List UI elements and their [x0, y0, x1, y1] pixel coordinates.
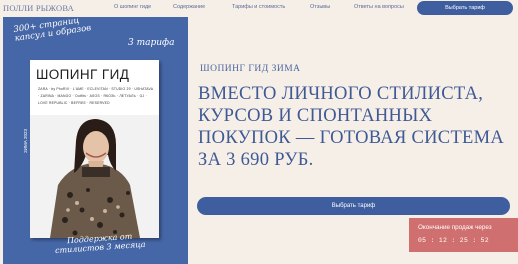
brand-list: ZARA · by PhoRIV · L'AME · ECLEVITAN · S…: [38, 87, 154, 105]
nav-link-about[interactable]: О шопинг гиде: [114, 4, 151, 10]
header-choose-tariff-button[interactable]: Выбрать тариф: [417, 1, 513, 15]
landing-page: ПОЛЛИ РЫЖОВА О шопинг гиде Содержание Та…: [0, 0, 518, 264]
logo[interactable]: ПОЛЛИ РЫЖОВА: [3, 3, 74, 13]
book-title: ШОПИНГ ГИД: [36, 67, 130, 82]
nav-link-reviews[interactable]: Отзывы: [310, 4, 330, 10]
spine-label: ЗИМА 2023: [23, 129, 28, 153]
nav-link-faq[interactable]: Ответы на вопросы: [354, 4, 404, 10]
countdown-label: Окончание продаж через: [418, 224, 492, 231]
nav-link-contents[interactable]: Содержание: [173, 4, 205, 10]
product-subtitle: ШОПИНГ ГИД ЗИМА: [200, 64, 301, 74]
book-cover: ШОПИНГ ГИД ZARA · by PhoRIV · L'AME · EC…: [30, 60, 159, 238]
nav-link-pricing[interactable]: Тарифы и стоимость: [232, 4, 285, 10]
main-headline: ВМЕСТО ЛИЧНОГО СТИЛИСТА, КУРСОВ И СПОНТА…: [198, 84, 505, 170]
handwritten-pages-note: 300+ страниц капсул и образов: [12, 17, 92, 44]
product-card: 300+ страниц капсул и образов 3 тарифа Ш…: [3, 17, 188, 264]
choose-tariff-button[interactable]: Выбрать тариф: [197, 197, 510, 215]
sale-countdown: Окончание продаж через 05 : 12 : 25 : 52: [409, 218, 518, 252]
cover-photo: [30, 115, 159, 238]
handwritten-tariffs-note: 3 тарифа: [128, 38, 175, 48]
countdown-value: 05 : 12 : 25 : 52: [418, 237, 490, 244]
